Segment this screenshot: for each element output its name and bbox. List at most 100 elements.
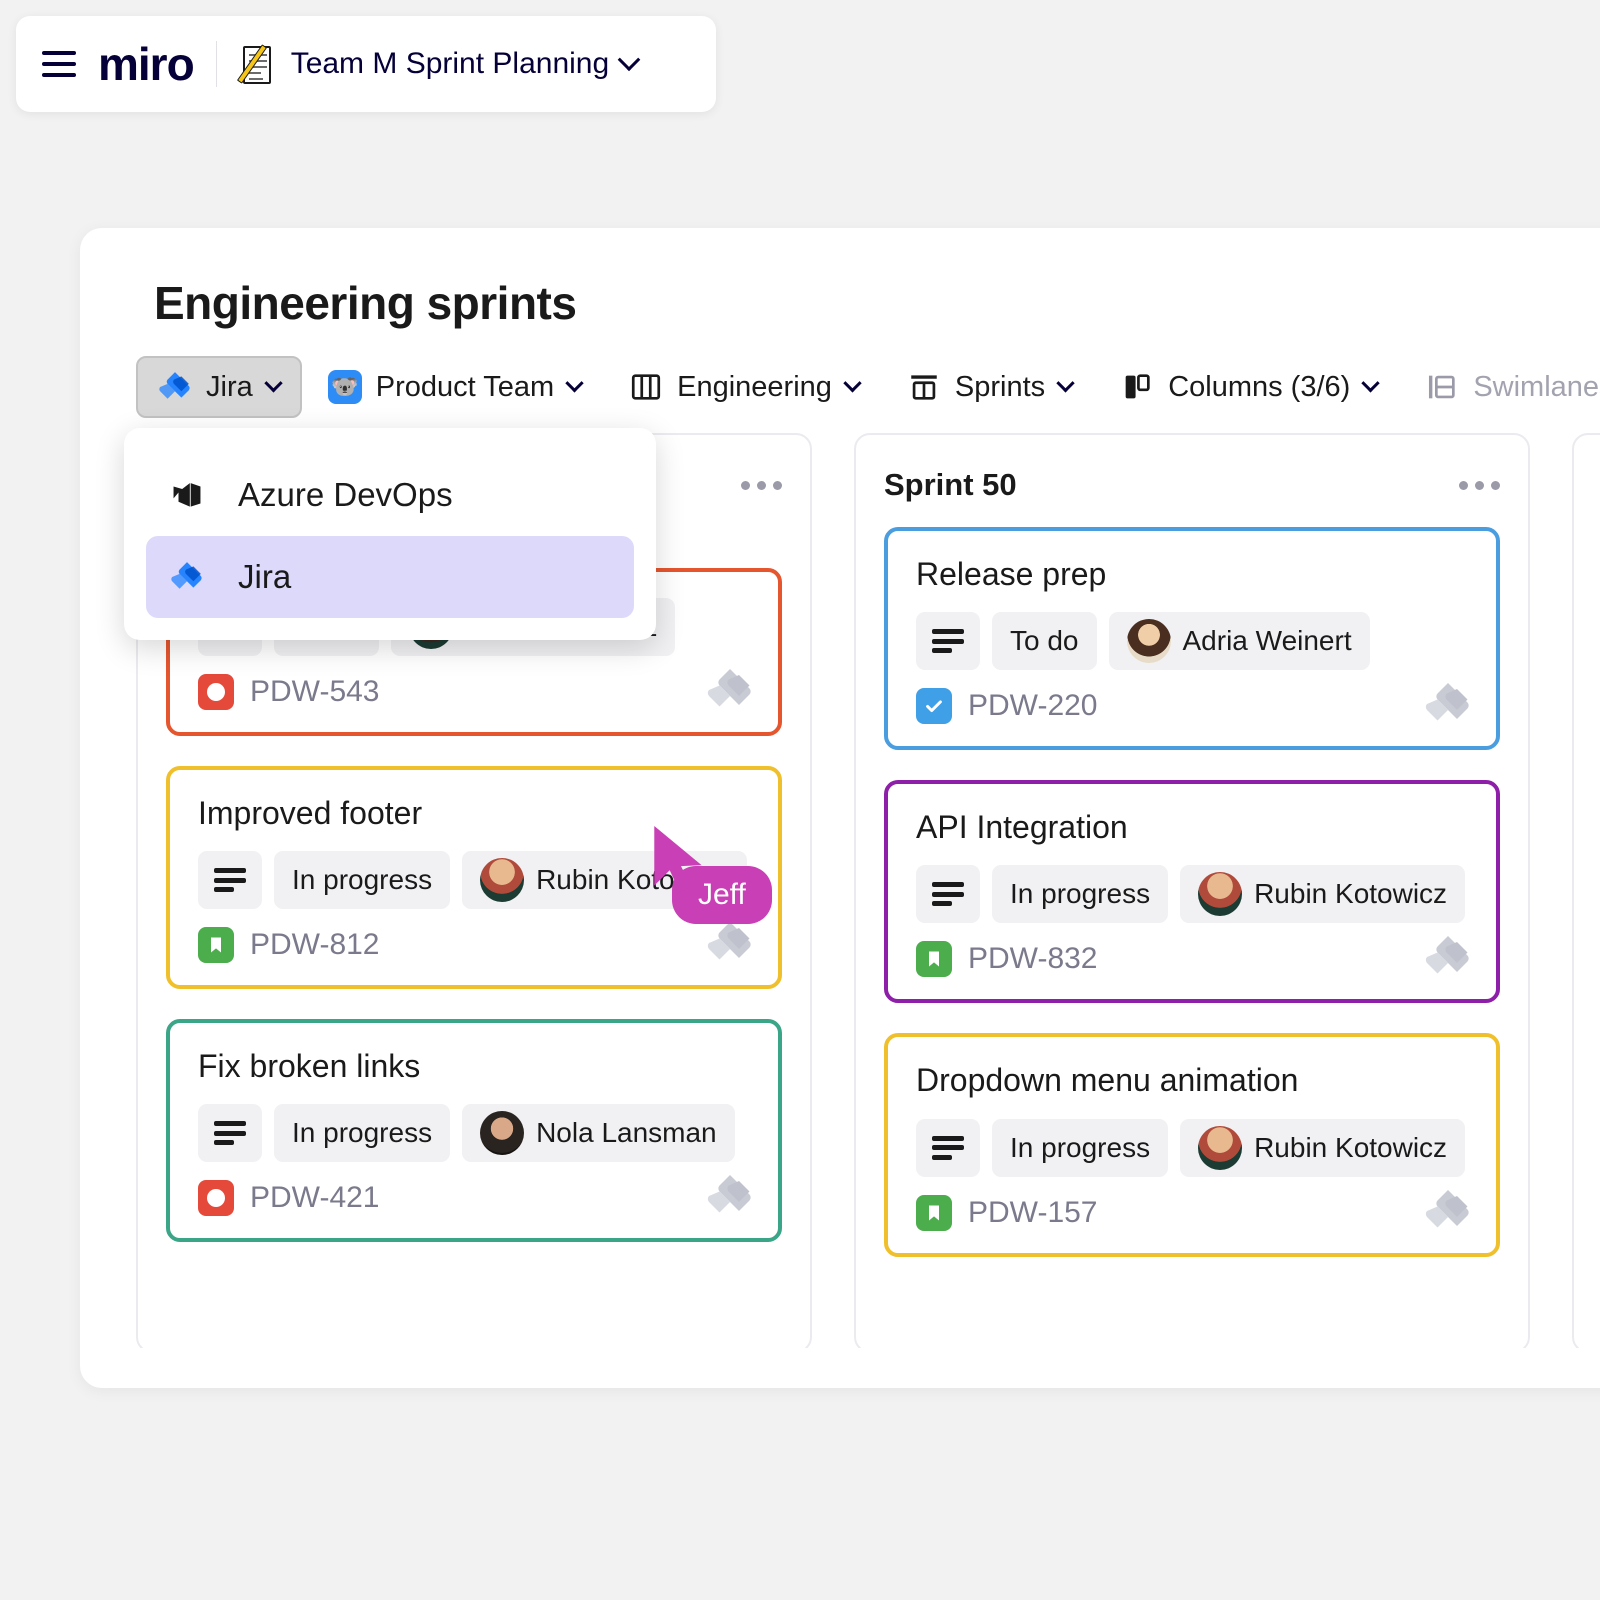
card-title: Release prep [916, 556, 1107, 592]
jira-watermark-icon [706, 919, 754, 967]
avatar [1198, 872, 1243, 917]
card-key-row: PDW-812 [198, 927, 750, 964]
avatar [480, 1111, 525, 1156]
swimlanes-icon [1425, 370, 1459, 404]
jira-icon [170, 560, 204, 594]
description-icon [198, 1104, 262, 1163]
description-icon [916, 865, 980, 924]
chevron-down-icon[interactable] [843, 373, 862, 392]
board-columns-icon [629, 370, 663, 404]
card-key-row: PDW-157 [916, 1194, 1468, 1231]
filter-chip-sprints-label: Sprints [954, 370, 1046, 403]
chevron-down-icon[interactable] [565, 373, 584, 392]
filter-chip-product-team[interactable]: 🐨 Product Team [306, 356, 603, 418]
story-type-icon [198, 927, 234, 964]
card-status-label: In progress [292, 1117, 433, 1149]
filter-chip-columns-label: Columns (3/6) [1168, 370, 1351, 403]
card-assignee[interactable]: Rubin Kotowicz [1180, 1118, 1466, 1177]
card-assignee-name: Adria Weinert [1182, 625, 1352, 657]
card-status-label: To do [1010, 625, 1079, 657]
app-top-bar: miro Team M Sprint Planning [16, 16, 716, 112]
task-card[interactable]: Fix broken links In progress Nola Lansma… [166, 1019, 782, 1243]
card-status-label: In progress [1010, 1131, 1151, 1163]
source-dropdown-menu: Azure DevOps Jira [124, 428, 656, 640]
dropdown-item-label: Azure DevOps [238, 476, 453, 513]
chevron-down-icon[interactable] [264, 373, 283, 392]
dropdown-item-jira[interactable]: Jira [146, 536, 634, 618]
card-status[interactable]: In progress [992, 865, 1169, 924]
card-key: PDW-543 [250, 675, 380, 708]
board-column-2: Sprint 50 Release prep To do Adria Weine… [854, 433, 1530, 1348]
sprint-table-icon [907, 370, 941, 404]
card-assignee[interactable]: Rubin Kotowicz [1180, 865, 1466, 924]
chevron-down-icon[interactable] [1056, 373, 1075, 392]
description-icon [198, 851, 262, 910]
columns-icon [1120, 370, 1154, 404]
bug-type-icon [198, 674, 234, 710]
card-title: Improved footer [198, 795, 423, 831]
card-meta-row: In progress Nola Lansman [198, 1104, 750, 1163]
card-assignee-name: Rubin Kotowicz [1254, 1131, 1448, 1163]
card-title: API Integration [916, 809, 1128, 846]
card-assignee[interactable]: Adria Weinert [1108, 612, 1370, 671]
task-card[interactable]: Release prep To do Adria Weinert PDW-220 [884, 527, 1500, 751]
chevron-down-icon[interactable] [617, 48, 641, 72]
filter-chip-jira-label: Jira [206, 370, 253, 403]
card-assignee[interactable]: Nola Lansman [462, 1104, 735, 1163]
card-key-row: PDW-220 [916, 688, 1468, 725]
jira-icon [158, 370, 192, 404]
avatar [1126, 619, 1171, 664]
description-icon [916, 612, 980, 671]
column-title: Sprint 50 [884, 467, 1017, 502]
bug-type-icon [198, 1180, 234, 1217]
chevron-down-icon[interactable] [1361, 373, 1381, 392]
card-status[interactable]: In progress [274, 851, 451, 910]
task-card[interactable]: API Integration In progress Rubin Kotowi… [884, 780, 1500, 1004]
card-status-label: In progress [292, 864, 433, 896]
card-key: PDW-220 [968, 689, 1098, 723]
story-type-icon [916, 941, 952, 978]
hamburger-menu-icon[interactable] [42, 51, 76, 77]
filter-chip-jira[interactable]: Jira [136, 356, 302, 418]
task-card[interactable]: Dropdown menu animation In progress Rubi… [884, 1033, 1500, 1257]
card-assignee-name: Nola Lansman [536, 1117, 717, 1149]
card-status[interactable]: In progress [992, 1118, 1169, 1177]
card-title: Fix broken links [198, 1048, 421, 1085]
top-bar-divider [215, 41, 217, 87]
card-key-row: PDW-421 [198, 1180, 750, 1217]
dropdown-item-label: Jira [238, 558, 292, 595]
filter-chip-engineering-label: Engineering [677, 370, 832, 403]
column-header: Sprint 50 [884, 467, 1500, 503]
card-meta-row: In progress Rubin Kotowicz [916, 1118, 1468, 1177]
koala-avatar-icon: 🐨 [327, 370, 362, 404]
card-key: PDW-157 [968, 1195, 1098, 1229]
card-key: PDW-421 [250, 1181, 380, 1215]
dropdown-item-azure-devops[interactable]: Azure DevOps [146, 454, 634, 536]
description-icon [916, 1118, 980, 1177]
page-title: Engineering sprints [154, 277, 577, 329]
filter-chip-product-team-label: Product Team [375, 370, 555, 403]
card-title: Dropdown menu animation [916, 1062, 1299, 1099]
jira-watermark-icon [1424, 933, 1472, 981]
card-assignee-name: Rubin Kotowicz [1254, 878, 1448, 910]
card-status-label: In progress [1010, 878, 1151, 910]
card-key-row: PDW-543 [198, 674, 750, 710]
jira-watermark-icon [706, 1172, 754, 1220]
card-status[interactable]: To do [992, 612, 1097, 671]
collaborator-cursor-label: Jeff [672, 866, 772, 924]
card-key-row: PDW-832 [916, 941, 1468, 978]
filter-chip-sprints[interactable]: Sprints [885, 356, 1094, 418]
filter-chip-swimlanes[interactable]: Swimlanes [1403, 356, 1600, 418]
filter-chip-columns[interactable]: Columns (3/6) [1098, 356, 1399, 418]
card-meta-row: In progress Rubin Kotowicz [198, 851, 750, 910]
more-options-icon[interactable] [741, 467, 782, 490]
card-meta-row: To do Adria Weinert [916, 612, 1468, 671]
board-name-dropdown[interactable]: Team M Sprint Planning [236, 42, 641, 86]
card-key: PDW-812 [250, 928, 380, 962]
board-title: Team M Sprint Planning [290, 47, 610, 80]
board-panel: Engineering sprints Jira 🐨 Product Team [80, 228, 1600, 1388]
card-status[interactable]: In progress [274, 1104, 451, 1163]
filter-chip-engineering[interactable]: Engineering [607, 356, 881, 418]
card-key: PDW-832 [968, 942, 1098, 976]
more-options-icon[interactable] [1459, 467, 1500, 490]
